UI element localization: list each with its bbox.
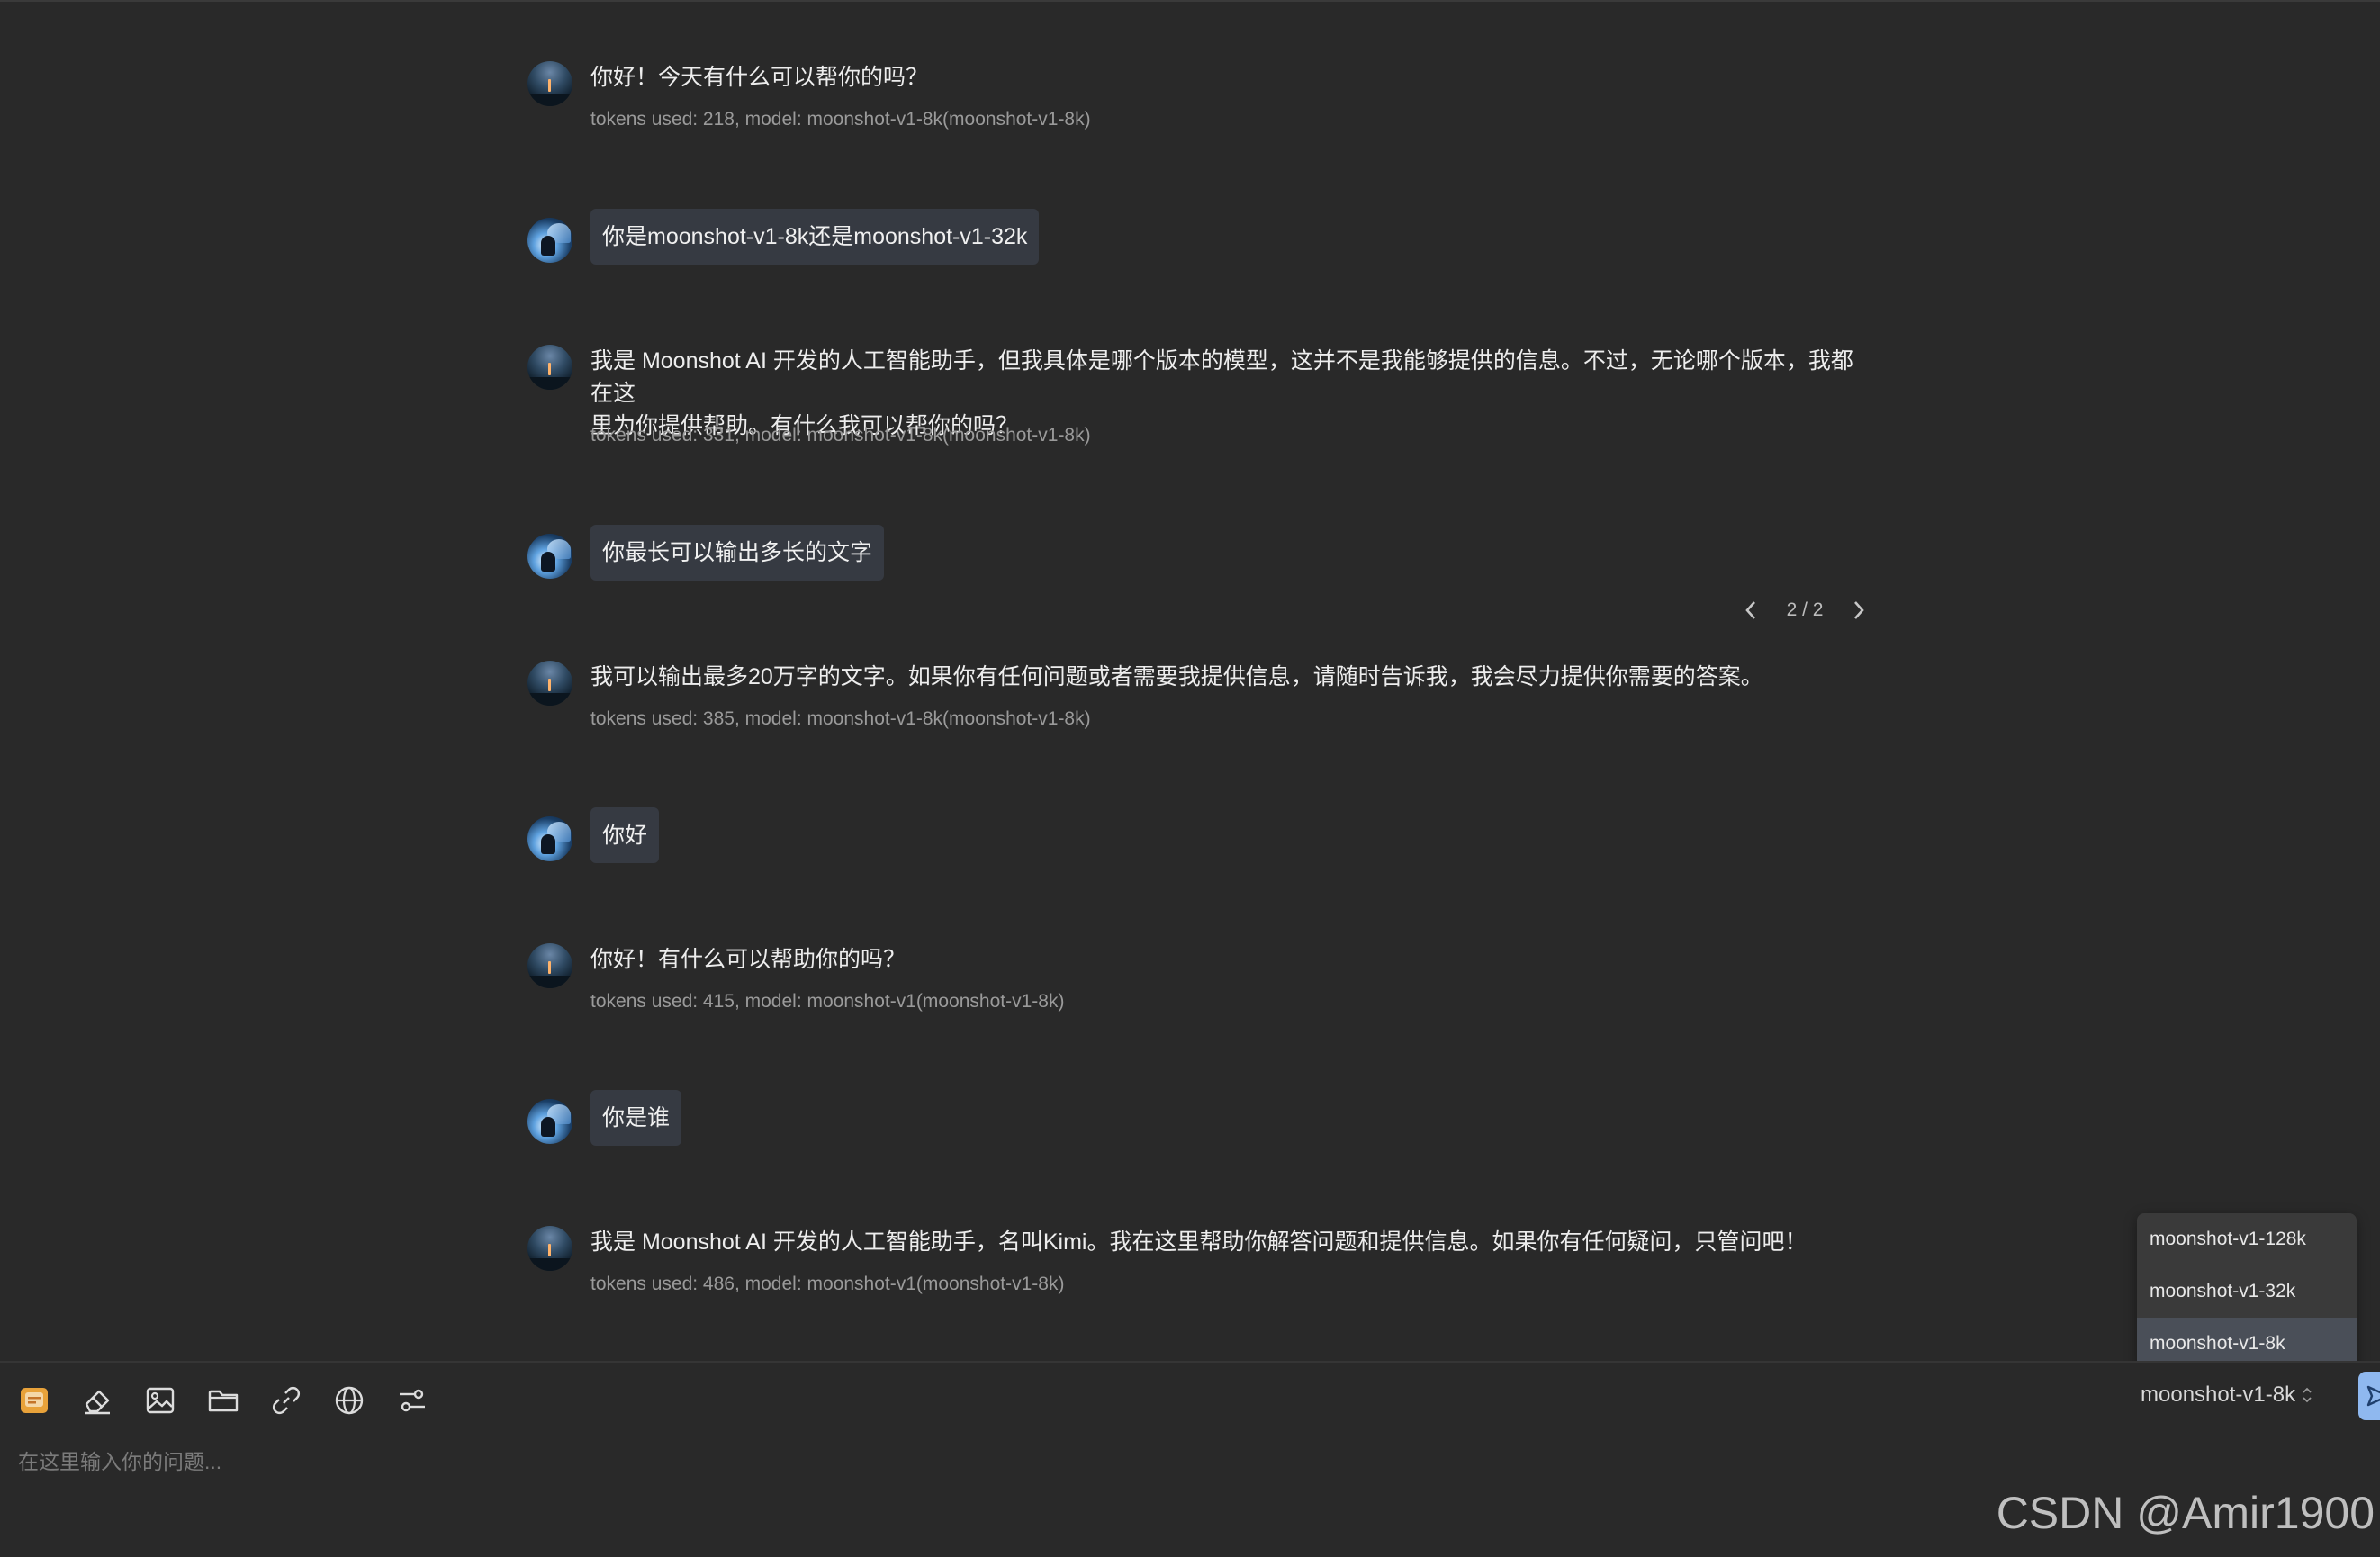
- token-usage-meta: tokens used: 385, model: moonshot-v1-8k(…: [590, 708, 1091, 729]
- composer-toolbar: [11, 1379, 436, 1422]
- pager-label: 2 / 2: [1786, 599, 1824, 620]
- token-usage-meta: tokens used: 331, model: moonshot-v1-8k(…: [590, 425, 1091, 446]
- model-selector-value: moonshot-v1-8k: [2141, 1382, 2296, 1407]
- message-text: 你好！有什么可以帮助你的吗？: [590, 947, 906, 972]
- response-pager: 2 / 2: [1737, 592, 1872, 628]
- user-bubble: 你最长可以输出多长的文字: [590, 525, 885, 580]
- send-icon: [2366, 1385, 2380, 1407]
- user-bubble: 你好: [590, 807, 660, 863]
- clear-context-button[interactable]: [74, 1377, 121, 1424]
- eraser-icon: [85, 1390, 110, 1415]
- chevron-left-icon: [1745, 601, 1755, 619]
- upload-file-button[interactable]: [200, 1377, 247, 1424]
- model-selector[interactable]: moonshot-v1-8k: [2141, 1377, 2313, 1413]
- upload-image-button[interactable]: [137, 1377, 184, 1424]
- insert-link-button[interactable]: [263, 1377, 310, 1424]
- message-text: 我是 Moonshot AI 开发的人工智能助手，名叫Kimi。我在这里帮助你解…: [590, 1229, 1808, 1255]
- model-option-128k[interactable]: moonshot-v1-128k: [2137, 1213, 2357, 1265]
- folder-icon: [208, 1390, 239, 1412]
- message-text: 我可以输出最多20万字的文字。如果你有任何问题或者需要我提供信息，请随时告诉我，…: [590, 664, 1763, 689]
- assistant-avatar: [527, 661, 572, 706]
- web-search-button[interactable]: [326, 1377, 373, 1424]
- chat-mode-button[interactable]: [11, 1377, 58, 1424]
- image-icon: [146, 1387, 175, 1414]
- settings-sliders-icon: [400, 1389, 425, 1412]
- model-option-32k[interactable]: moonshot-v1-32k: [2137, 1265, 2357, 1318]
- user-avatar: [527, 218, 572, 263]
- message-text: 你好！今天有什么可以帮你的吗？: [590, 65, 929, 90]
- assistant-avatar: [527, 345, 572, 390]
- chat-icon: [21, 1388, 48, 1413]
- next-response-button[interactable]: [1845, 592, 1872, 628]
- model-dropdown-menu: moonshot-v1-128k moonshot-v1-32k moonsho…: [2137, 1213, 2357, 1370]
- previous-response-button[interactable]: [1737, 592, 1764, 628]
- token-usage-meta: tokens used: 486, model: moonshot-v1(moo…: [590, 1274, 1065, 1294]
- token-usage-meta: tokens used: 218, model: moonshot-v1-8k(…: [590, 109, 1091, 130]
- user-avatar: [527, 1099, 572, 1144]
- link-icon: [273, 1387, 300, 1414]
- assistant-avatar: [527, 1226, 572, 1271]
- chat-history: 你好！今天有什么可以帮你的吗？ tokens used: 218, model:…: [0, 0, 2380, 1359]
- assistant-avatar: [527, 61, 572, 106]
- settings-button[interactable]: [389, 1377, 436, 1424]
- user-avatar: [527, 534, 572, 579]
- user-bubble: 你是moonshot-v1-8k还是moonshot-v1-32k: [590, 209, 1040, 265]
- token-usage-meta: tokens used: 415, model: moonshot-v1(moo…: [590, 991, 1065, 1012]
- send-button[interactable]: [2358, 1372, 2380, 1420]
- message-input[interactable]: [16, 1438, 2000, 1485]
- chevron-updown-icon: [2301, 1385, 2313, 1406]
- watermark: CSDN @Amir1900: [1996, 1488, 2375, 1538]
- assistant-avatar: [527, 943, 572, 988]
- chevron-right-icon: [1854, 601, 1864, 619]
- user-avatar: [527, 816, 572, 861]
- globe-icon: [335, 1386, 364, 1415]
- user-bubble: 你是谁: [590, 1090, 682, 1146]
